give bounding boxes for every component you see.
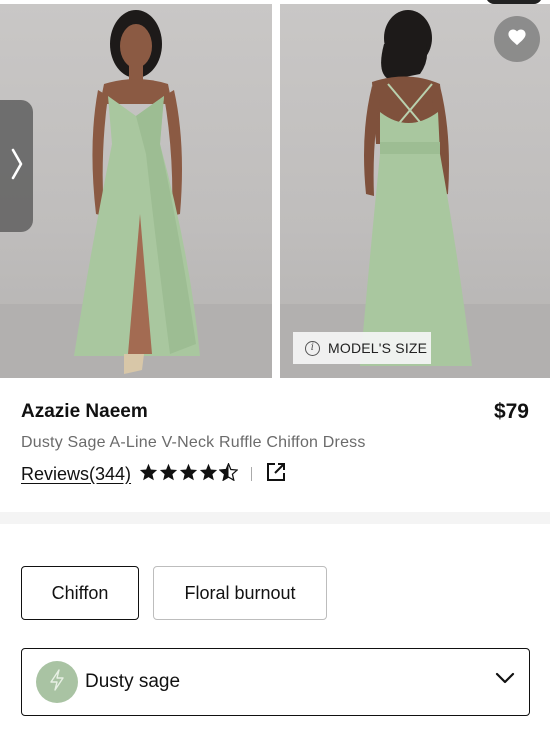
chevron-down-icon [495,671,515,689]
status-pill [486,0,542,4]
model-size-button[interactable]: i MODEL'S SIZE [293,332,431,364]
product-price: $79 [493,400,529,423]
product-brand-name: Azazie Naeem [21,401,148,422]
divider [251,467,253,481]
product-photo-front[interactable] [0,4,272,378]
fabric-option-chiffon[interactable]: Chiffon [21,566,139,620]
star-icon [179,463,198,486]
model-size-label: MODEL'S SIZE [328,340,428,356]
star-half-icon [218,461,239,486]
gallery-prev-button[interactable] [0,100,33,232]
info-icon: i [305,340,320,356]
reviews-row: Reviews(344) [21,461,287,487]
star-icon [159,463,178,486]
reviews-link[interactable]: Reviews(344) [21,464,131,485]
external-link-button[interactable] [265,462,287,487]
section-divider [0,512,550,524]
chevron-right-icon [10,146,24,187]
color-swatch [36,661,78,703]
star-icon [139,463,158,486]
color-select[interactable]: Dusty sage [21,648,530,716]
lightning-icon [49,668,65,696]
external-link-icon [266,462,286,487]
heart-icon [507,28,527,51]
fabric-option-floral-burnout[interactable]: Floral burnout [153,566,327,620]
star-icon [199,463,218,486]
color-select-value: Dusty sage [85,671,181,692]
favorite-button[interactable] [494,16,540,62]
product-image-gallery: i MODEL'S SIZE [0,0,550,380]
rating-stars [139,461,239,486]
product-subtitle: Dusty Sage A-Line V-Neck Ruffle Chiffon … [21,434,366,451]
